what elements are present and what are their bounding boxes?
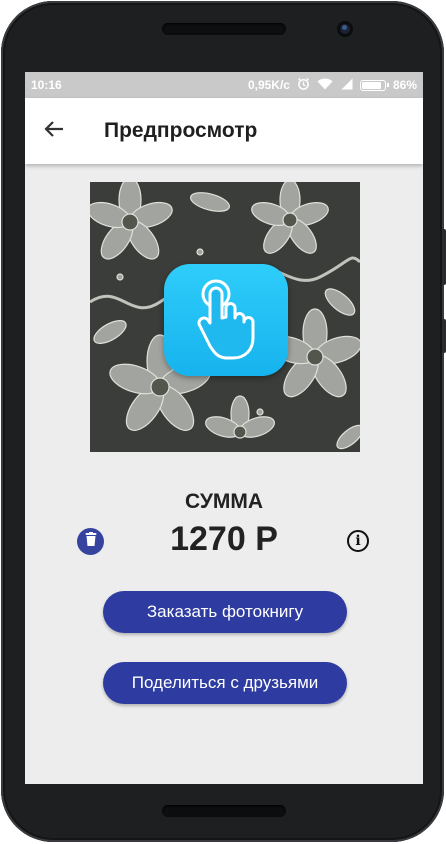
signal-icon (340, 78, 353, 93)
page-title: Предпросмотр (104, 119, 258, 142)
bottom-speaker (162, 805, 286, 817)
tap-gesture-icon[interactable] (164, 264, 288, 376)
status-speed: 0,95K/c (247, 78, 290, 92)
info-icon: i (355, 533, 361, 549)
status-battery: 86% (392, 78, 417, 92)
arrow-back-icon (44, 120, 64, 143)
battery-icon (359, 79, 389, 91)
app-bar: Предпросмотр (25, 98, 423, 164)
back-button[interactable] (39, 116, 69, 146)
status-time: 10:16 (31, 78, 62, 92)
sum-label: СУММА (184, 490, 264, 513)
order-photobook-button[interactable]: Заказать фотокнигу (103, 591, 347, 633)
photobook-preview[interactable] (90, 182, 360, 452)
top-speaker (162, 23, 286, 35)
volume-button (442, 229, 446, 285)
front-camera (337, 21, 353, 37)
wifi-icon (317, 78, 333, 93)
power-button (442, 319, 446, 353)
screen: 10:16 0,95K/c 86% Предпросмотр СУММА 127… (25, 72, 423, 784)
sum-row: 1270 Р i (25, 518, 423, 564)
alarm-icon (297, 77, 310, 93)
status-bar: 10:16 0,95K/c 86% (25, 72, 423, 98)
share-with-friends-button[interactable]: Поделиться с друзьями (103, 662, 347, 704)
phone-frame: 10:16 0,95K/c 86% Предпросмотр СУММА 127… (1, 1, 446, 842)
info-button[interactable]: i (347, 530, 369, 552)
